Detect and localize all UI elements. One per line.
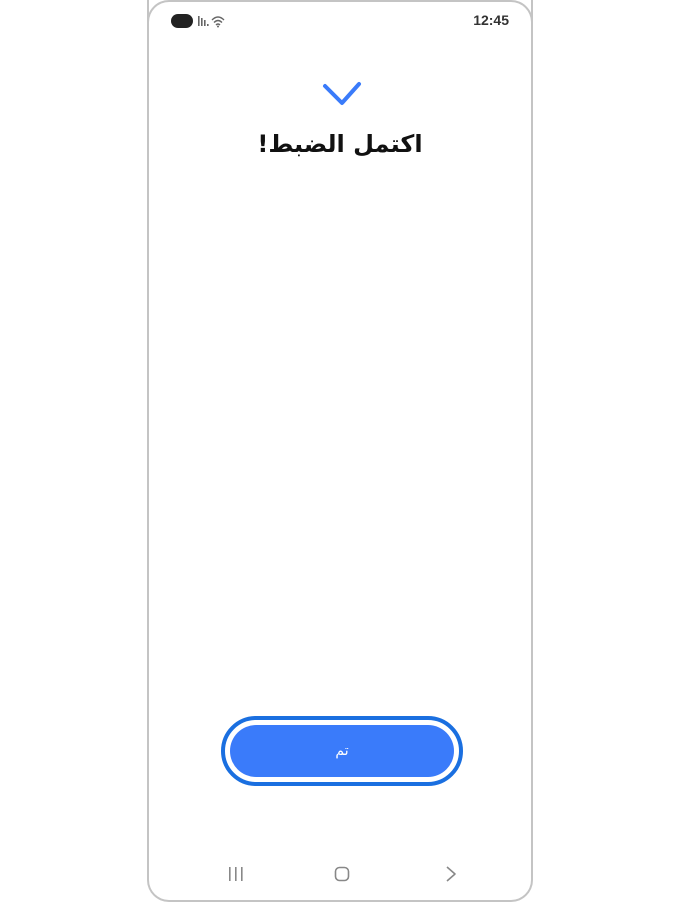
status-time: 12:45: [473, 12, 509, 28]
home-icon[interactable]: [334, 866, 350, 882]
page-title: اكتمل الضبط!: [257, 130, 423, 158]
done-button[interactable]: تم: [230, 725, 454, 777]
wifi-icon: [211, 16, 225, 28]
signal-icon: [198, 16, 209, 26]
navigation-bar: [149, 856, 531, 900]
check-icon: [323, 82, 361, 105]
phone-screen: 12:45 اكتمل الضبط! تم: [147, 0, 533, 902]
back-icon[interactable]: [445, 866, 457, 882]
camera-pill-icon: [171, 14, 193, 28]
status-bar: 12:45: [149, 0, 531, 44]
recents-icon[interactable]: [227, 866, 245, 882]
